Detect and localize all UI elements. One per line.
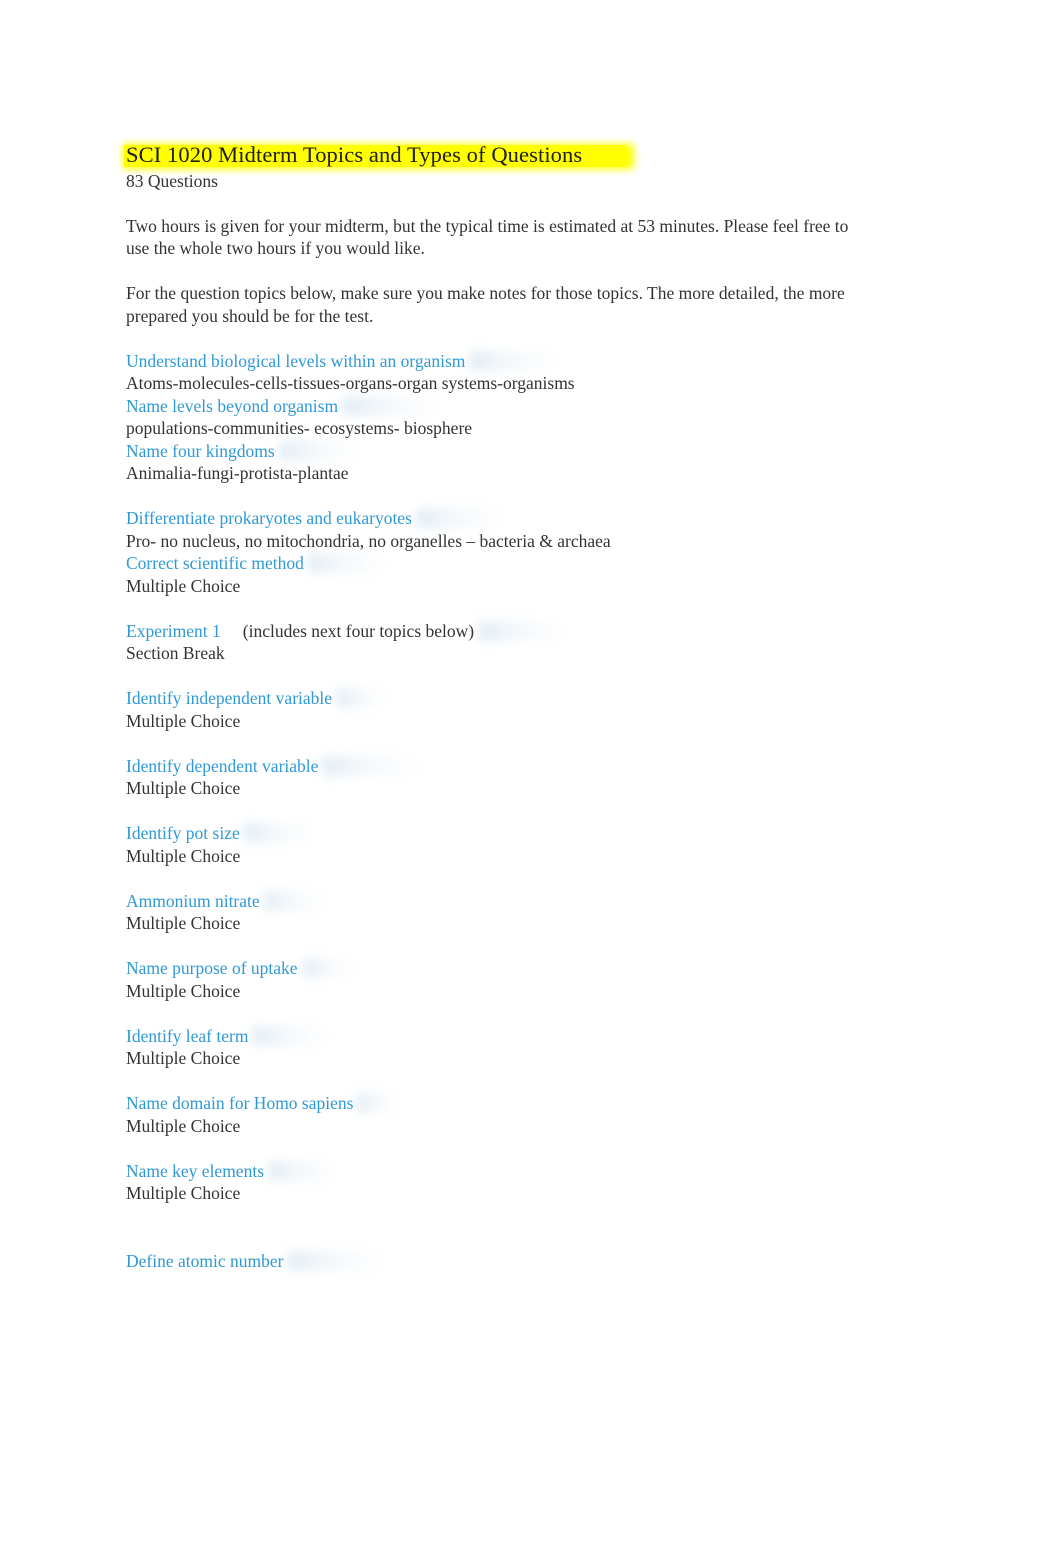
blurred-annotation xyxy=(322,755,417,776)
topic-heading[interactable]: Name purpose of uptake xyxy=(126,957,351,980)
topic-heading[interactable]: Identify leaf term xyxy=(126,1025,329,1048)
topic-heading[interactable]: Name key elements xyxy=(126,1160,336,1183)
topic-heading[interactable]: Differentiate prokaryotes and eukaryotes xyxy=(126,507,501,530)
topic-heading-text: Differentiate prokaryotes and eukaryotes xyxy=(126,508,412,528)
topic-block: Identify leaf term Multiple Choice xyxy=(126,1025,866,1070)
topic-heading[interactable]: Understand biological levels within an o… xyxy=(126,350,555,373)
topic-heading-text: Name four kingdoms xyxy=(126,440,275,461)
topic-heading-text: Understand biological levels within an o… xyxy=(126,350,466,371)
topic-heading[interactable]: Name domain for Homo sapiens xyxy=(126,1092,398,1115)
topic-block: Name levels beyond organism populations-c… xyxy=(126,395,866,440)
intro-paragraph-2: For the question topics below, make sure… xyxy=(126,283,845,326)
topic-answer: Multiple Choice xyxy=(126,1183,241,1203)
topic-heading[interactable]: Define atomic number xyxy=(126,1250,382,1273)
topic-answer: Section Break xyxy=(126,643,225,663)
topic-block: Differentiate prokaryotes and eukaryotes… xyxy=(126,507,866,552)
topic-heading-text: Ammonium nitrate xyxy=(126,890,260,911)
blurred-annotation xyxy=(478,620,564,641)
blurred-annotation xyxy=(307,553,384,573)
topic-heading[interactable]: Name four kingdoms xyxy=(126,440,355,463)
blurred-annotation xyxy=(252,1025,329,1046)
blurred-annotation xyxy=(243,823,311,843)
topic-answer: Multiple Choice xyxy=(126,1048,241,1068)
blurred-annotation xyxy=(469,350,555,371)
topic-answer: Multiple Choice xyxy=(126,778,241,798)
topic-heading-text: Experiment 1 xyxy=(126,620,221,641)
topic-answer: Multiple Choice xyxy=(126,575,241,596)
topics-list: Understand biological levels within an o… xyxy=(126,350,866,1273)
topic-answer: Pro- no nucleus, no mitochondria, no org… xyxy=(126,530,611,551)
document-page: SCI 1020 Midterm Topics and Types of Que… xyxy=(0,0,1062,1561)
topic-heading-text: Correct scientific method xyxy=(126,553,304,573)
blurred-annotation xyxy=(342,395,437,416)
topic-block: Identify independent variable Multiple Ch… xyxy=(126,687,866,732)
topic-answer: Multiple Choice xyxy=(126,1115,241,1136)
topic-block: Identify pot size Multiple Choice xyxy=(126,822,866,867)
topic-heading[interactable]: Name levels beyond organism xyxy=(126,395,437,418)
topic-answer: Atoms-molecules-cells-tissues-organs-org… xyxy=(126,373,575,393)
topic-block: Name purpose of uptake Multiple Choice xyxy=(126,957,866,1002)
topic-heading[interactable]: Identify pot size xyxy=(126,822,311,845)
title-highlight-wrapper: SCI 1020 Midterm Topics and Types of Que… xyxy=(123,142,635,169)
page-title: SCI 1020 Midterm Topics and Types of Que… xyxy=(123,141,635,169)
topic-answer: Multiple Choice xyxy=(126,980,241,1001)
topic-heading[interactable]: Experiment 1 (includes next four topics b… xyxy=(126,620,564,643)
topic-heading[interactable]: Correct scientific method xyxy=(126,552,384,575)
topic-block: Experiment 1 (includes next four topics b… xyxy=(126,620,866,665)
topic-block: Understand biological levels within an o… xyxy=(126,350,866,395)
topic-heading-text: Name levels beyond organism xyxy=(126,395,339,416)
topic-answer: populations-communities- ecosystems- bio… xyxy=(126,418,473,438)
topic-block: Identify dependent variable Multiple Choi… xyxy=(126,755,866,800)
topic-answer: Multiple Choice xyxy=(126,913,241,933)
topic-block: Name four kingdoms Animalia-fungi-protist… xyxy=(126,440,866,485)
topic-heading-text: Name key elements xyxy=(126,1160,265,1181)
blurred-annotation xyxy=(278,440,355,461)
question-count: 83 Questions xyxy=(126,171,218,191)
topic-block: Ammonium nitrate Multiple Choice xyxy=(126,890,866,935)
topic-block: Define atomic number xyxy=(126,1250,866,1273)
topic-heading-text: Identify pot size xyxy=(126,823,240,843)
blurred-annotation xyxy=(357,1093,398,1113)
page-title-text: SCI 1020 Midterm Topics and Types of Que… xyxy=(126,142,583,167)
blurred-annotation xyxy=(301,958,351,978)
topic-heading-text: Identify independent variable xyxy=(126,688,333,708)
blurred-annotation xyxy=(263,890,322,911)
topic-answer: Animalia-fungi-protista-plantae xyxy=(126,463,349,483)
topic-heading-text: Define atomic number xyxy=(126,1250,284,1271)
topic-heading[interactable]: Identify independent variable xyxy=(126,687,386,710)
topic-block: Name key elements Multiple Choice xyxy=(126,1160,866,1205)
topic-heading-text: Name domain for Homo sapiens xyxy=(126,1093,354,1113)
intro-paragraph-1: Two hours is given for your midterm, but… xyxy=(126,215,849,259)
topic-heading[interactable]: Identify dependent variable xyxy=(126,755,417,778)
topic-answer: Multiple Choice xyxy=(126,710,241,731)
blurred-annotation xyxy=(268,1160,336,1181)
topic-block: Name domain for Homo sapiens Multiple Cho… xyxy=(126,1092,866,1137)
blurred-annotation xyxy=(287,1250,382,1271)
topic-heading[interactable]: Ammonium nitrate xyxy=(126,890,322,913)
blurred-annotation xyxy=(415,508,501,528)
topic-block: Correct scientific method Multiple Choice xyxy=(126,552,866,597)
topic-heading-text: Identify leaf term xyxy=(126,1025,249,1046)
topic-note: (includes next four topics below) xyxy=(242,620,475,641)
topic-heading-text: Identify dependent variable xyxy=(126,755,319,776)
topic-heading-text: Name purpose of uptake xyxy=(126,958,298,978)
topic-answer: Multiple Choice xyxy=(126,845,241,866)
blurred-annotation xyxy=(336,688,386,708)
document-body: SCI 1020 Midterm Topics and Types of Que… xyxy=(123,141,866,1273)
